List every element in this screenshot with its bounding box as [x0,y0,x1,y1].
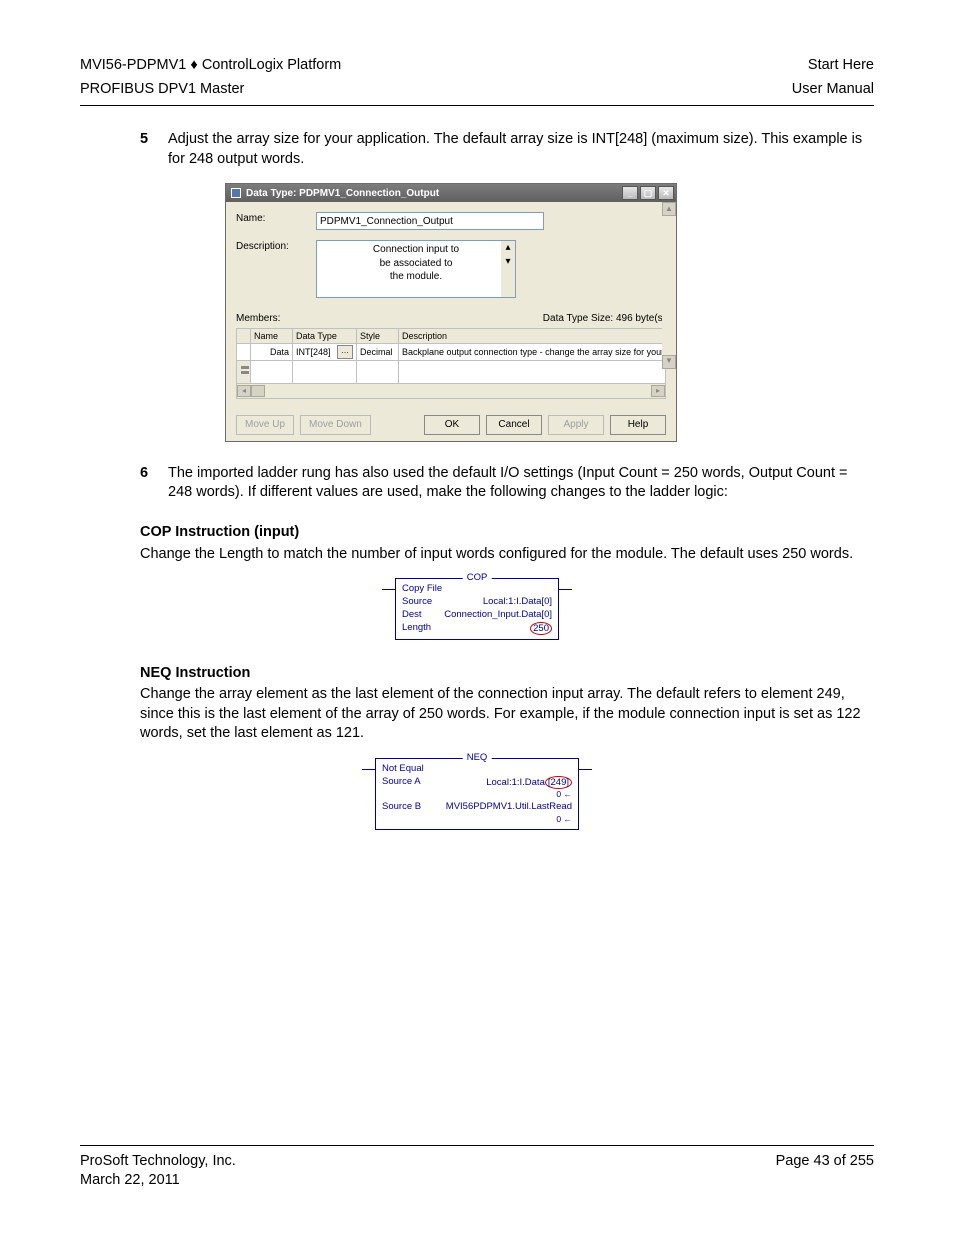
help-button[interactable]: Help [610,415,666,435]
neq-sourceb-label: Source B [382,801,421,814]
step-6-text: The imported ladder rung has also used t… [168,464,874,503]
members-label: Members: [236,312,280,326]
maximize-button[interactable]: ▢ [640,186,656,200]
members-table[interactable]: Name Data Type Style Description Data IN… [236,328,666,384]
row-handle-icon [240,365,250,375]
description-value: Connection input to be associated to the… [320,243,512,284]
header-name[interactable]: Name [251,328,293,343]
cell-name[interactable]: Data [251,343,293,360]
cell-type[interactable]: INT[248] … [293,343,357,360]
cop-heading: COP Instruction (input) [140,523,874,543]
step-6-num: 6 [140,464,168,503]
neq-sourcea-val: Local:1:I.Data[249] [486,776,572,790]
name-label: Name: [236,212,316,226]
step-5-text: Adjust the array size for your applicati… [168,130,874,169]
neq-line1: Not Equal [382,763,424,776]
header-left-2: PROFIBUS DPV1 Master [80,80,244,100]
scroll-down-icon[interactable]: ▼ [662,355,676,369]
type-browse-button[interactable]: … [337,345,353,359]
step-5-num: 5 [140,130,168,169]
move-up-button[interactable]: Move Up [236,415,294,435]
hscroll-thumb[interactable] [251,385,265,397]
cop-line1: Copy File [402,583,442,596]
header-right-2: User Manual [792,80,874,100]
cop-dest-label: Dest [402,609,422,622]
neq-legend: NEQ [463,752,492,765]
header-right-1: Start Here [808,56,874,76]
step-6: 6 The imported ladder rung has also used… [140,464,874,503]
cell-style[interactable]: Decimal [357,343,399,360]
table-row[interactable] [237,360,666,383]
neq-heading: NEQ Instruction [140,664,874,684]
neq-sourcea-live: 0 ← [382,789,572,800]
table-header-row: Name Data Type Style Description [237,328,666,343]
minimize-button[interactable]: _ [622,186,638,200]
footer-rule [80,1145,874,1146]
footer-right-1: Page 43 of 255 [776,1152,874,1172]
step-5: 5 Adjust the array size for your applica… [140,130,874,169]
cop-dest-val: Connection_Input.Data[0] [444,609,552,622]
hscroll-right-icon[interactable]: ▸ [651,385,665,397]
cop-length-val: 250 [530,622,552,635]
textarea-scroll-up-icon[interactable]: ▴ [501,241,515,255]
name-input[interactable] [316,212,544,230]
header-desc[interactable]: Description [399,328,666,343]
cop-legend: COP [463,572,492,585]
cop-paragraph: Change the Length to match the number of… [140,545,874,565]
footer-left-2: March 22, 2011 [80,1171,180,1191]
header-type[interactable]: Data Type [293,328,357,343]
table-hscroll[interactable]: ◂ ▸ [236,384,666,399]
scroll-up-icon[interactable]: ▲ [662,202,676,216]
dialog-titlebar[interactable]: Data Type: PDPMV1_Connection_Output _ ▢ … [226,184,676,202]
neq-paragraph: Change the array element as the last ele… [140,685,874,744]
data-type-dialog: Data Type: PDPMV1_Connection_Output _ ▢ … [225,183,677,442]
apply-button[interactable]: Apply [548,415,604,435]
cop-ladder-block: COP Copy File SourceLocal:1:I.Data[0] De… [395,578,559,639]
neq-ladder-block: NEQ Not Equal Source A Local:1:I.Data[24… [375,758,579,830]
cop-source-val: Local:1:I.Data[0] [483,596,552,609]
window-icon [230,187,242,199]
header-left-1: MVI56-PDPMV1 ♦ ControlLogix Platform [80,56,341,76]
hscroll-left-icon[interactable]: ◂ [237,385,251,397]
description-textarea[interactable]: Connection input to be associated to the… [316,240,516,298]
cop-length-label: Length [402,622,431,635]
dialog-title: Data Type: PDPMV1_Connection_Output [246,187,620,201]
ok-button[interactable]: OK [424,415,480,435]
close-button[interactable]: ✕ [658,186,674,200]
cancel-button[interactable]: Cancel [486,415,542,435]
table-row[interactable]: Data INT[248] … Decimal Backplane output… [237,343,666,360]
neq-sourcea-label: Source A [382,776,421,790]
dialog-scrollbar[interactable]: ▲ ▼ [662,202,676,369]
cell-type-value: INT[248] [296,346,331,358]
data-type-size: Data Type Size: 496 byte(s) [543,312,666,326]
footer-left-1: ProSoft Technology, Inc. [80,1152,236,1172]
header-rule [80,105,874,106]
textarea-scroll-down-icon[interactable]: ▾ [501,255,515,269]
cell-desc[interactable]: Backplane output connection type - chang… [399,343,666,360]
header-style[interactable]: Style [357,328,399,343]
move-down-button[interactable]: Move Down [300,415,371,435]
neq-sourceb-val: MVI56PDPMV1.Util.LastRead [446,801,572,814]
neq-sourceb-live: 0 ← [382,814,572,825]
cop-source-label: Source [402,596,432,609]
description-label: Description: [236,240,316,254]
